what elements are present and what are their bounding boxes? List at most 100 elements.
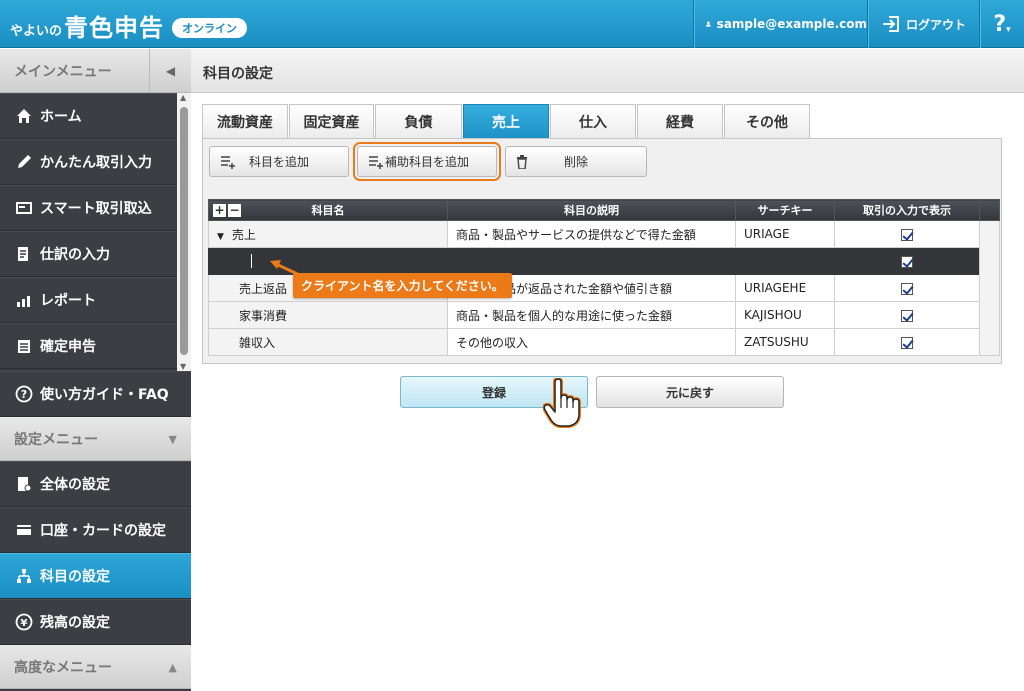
- sidebar-item-label: 確定申告: [40, 339, 96, 355]
- column-header-account-name: + − 科目名: [208, 199, 448, 221]
- sidebar-item-label: 仕訳の入力: [40, 247, 110, 263]
- account-name: 売上: [231, 227, 256, 242]
- sidebar-item-smart-import[interactable]: スマート取引取込: [0, 185, 177, 231]
- text-cursor: [251, 254, 252, 269]
- scroll-down-icon[interactable]: ▼: [180, 362, 186, 371]
- expand-collapse-controls: + −: [213, 204, 243, 217]
- tree-expand-icon[interactable]: ▼: [217, 232, 224, 242]
- pointer-hand-icon: [543, 378, 581, 428]
- sidebar-item-label: 全体の設定: [40, 477, 110, 493]
- settings-menu-label: 設定メニュー: [14, 431, 98, 448]
- search-key-cell[interactable]: URIAGEHE: [735, 274, 835, 302]
- sidebar-item-label: 科目の設定: [40, 569, 110, 585]
- show-in-entry-cell[interactable]: [834, 301, 980, 329]
- add-list-icon: [369, 155, 383, 169]
- question-circle-icon: ?: [14, 385, 34, 403]
- import-icon: [14, 200, 34, 216]
- account-name-cell[interactable]: 家事消費: [208, 301, 448, 329]
- logout-button[interactable]: ログアウト: [867, 0, 979, 48]
- collapse-all-icon[interactable]: −: [228, 204, 241, 217]
- sub-account-name-input[interactable]: [208, 247, 448, 275]
- scrollbar-thumb[interactable]: [180, 107, 188, 355]
- search-key-cell[interactable]: ZATSUSHU: [735, 328, 835, 356]
- tab-fixed-assets[interactable]: 固定資産: [289, 104, 374, 138]
- scroll-up-icon[interactable]: ▲: [180, 93, 186, 102]
- card-icon: [14, 522, 34, 538]
- column-header-scroll-spacer: [979, 199, 1000, 221]
- tab-expenses[interactable]: 経費: [637, 104, 723, 138]
- show-in-entry-cell[interactable]: [834, 220, 980, 248]
- home-icon: [14, 108, 34, 124]
- add-sub-account-button[interactable]: 補助科目を追加: [353, 142, 501, 181]
- sidebar-item-report[interactable]: レポート: [0, 277, 177, 323]
- settings-doc-icon: [14, 476, 34, 492]
- advanced-menu-header[interactable]: 高度なメニュー ▲: [0, 645, 191, 689]
- logout-icon: [883, 16, 899, 32]
- tab-other[interactable]: その他: [724, 104, 810, 138]
- header-label: 科目名: [311, 204, 345, 217]
- show-in-entry-checkbox[interactable]: [901, 336, 913, 349]
- expand-all-icon[interactable]: +: [213, 204, 226, 217]
- add-account-button[interactable]: 科目を追加: [209, 146, 349, 177]
- sidebar-item-account-settings[interactable]: 科目の設定: [0, 553, 191, 599]
- chevron-down-icon: ▼: [168, 433, 177, 446]
- description-cell[interactable]: 商品・製品を個人的な用途に使った金額: [447, 301, 736, 329]
- chevron-up-icon: ▲: [168, 661, 177, 674]
- sidebar-item-tax-return[interactable]: 確定申告: [0, 323, 177, 369]
- show-in-entry-checkbox[interactable]: [901, 309, 913, 322]
- description-cell[interactable]: 商品・製品やサービスの提供などで得た金額: [447, 220, 736, 248]
- sidebar-item-general-settings[interactable]: 全体の設定: [0, 461, 191, 507]
- sidebar-item-journal[interactable]: 仕訳の入力: [0, 231, 177, 277]
- table-row[interactable]: ▼ 売上 商品・製品やサービスの提供などで得た金額 URIAGE: [208, 220, 1000, 356]
- description-cell[interactable]: その他の収入: [447, 328, 736, 356]
- main-menu-header[interactable]: メインメニュー ◀: [0, 49, 191, 93]
- search-key-cell[interactable]: URIAGE: [735, 220, 835, 248]
- tab-sales[interactable]: 売上: [463, 104, 549, 138]
- sidebar: メインメニュー ◀ ホーム かんたん取引入力 スマート取引取込 仕訳の入力 レポ…: [0, 49, 191, 691]
- sidebar-item-easy-entry[interactable]: かんたん取引入力: [0, 139, 177, 185]
- add-list-icon: [221, 155, 235, 169]
- help-button[interactable]: ? ▾: [979, 0, 1024, 48]
- trash-icon: [517, 154, 527, 169]
- sidebar-item-home[interactable]: ホーム: [0, 93, 177, 139]
- show-in-entry-cell[interactable]: [834, 328, 980, 356]
- sidebar-item-label: レポート: [40, 293, 96, 309]
- description-cell[interactable]: [447, 247, 736, 275]
- tab-current-assets[interactable]: 流動資産: [202, 104, 288, 138]
- app-logo[interactable]: やよいの 青色申告 オンライン: [10, 8, 248, 43]
- tab-liabilities[interactable]: 負債: [375, 104, 462, 138]
- account-settings-panel: 科目を追加 補助科目を追加 削除 +− 科目名 科目の説明 サーチキー 取引の: [202, 138, 1002, 364]
- show-in-entry-cell[interactable]: [834, 274, 980, 302]
- show-in-entry-checkbox[interactable]: [901, 228, 913, 241]
- logo-small-text: やよいの: [10, 24, 63, 39]
- sidebar-item-balance-settings[interactable]: ¥ 残高の設定: [0, 599, 191, 645]
- account-category-tabs: 流動資産 固定資産 負債 売上 仕入 経費 その他: [202, 104, 811, 138]
- input-hint-tooltip: クライアント名を入力してください。: [293, 273, 512, 298]
- delete-button[interactable]: 削除: [505, 146, 647, 177]
- show-in-entry-checkbox[interactable]: [901, 255, 913, 268]
- app-header: やよいの 青色申告 オンライン sample@example.com ログアウト…: [0, 0, 1024, 48]
- sidebar-item-guide-faq[interactable]: ? 使い方ガイド・FAQ: [0, 371, 191, 417]
- tab-purchases[interactable]: 仕入: [550, 104, 636, 138]
- account-name-cell[interactable]: ▼ 売上: [208, 220, 448, 248]
- account-toolbar: 科目を追加 補助科目を追加 削除: [209, 142, 655, 181]
- user-icon: [706, 21, 711, 27]
- user-account-button[interactable]: sample@example.com: [693, 0, 867, 48]
- show-in-entry-checkbox[interactable]: [901, 282, 913, 295]
- svg-text:?: ?: [21, 388, 27, 401]
- page-title: 科目の設定: [191, 49, 1024, 93]
- search-key-cell[interactable]: KAJISHOU: [735, 301, 835, 329]
- table-row-editing[interactable]: [208, 247, 1000, 275]
- table-row[interactable]: 家事消費 商品・製品を個人的な用途に使った金額 KAJISHOU: [208, 301, 1000, 329]
- account-tree-icon: [14, 568, 34, 584]
- revert-button[interactable]: 元に戻す: [596, 376, 784, 408]
- sidebar-item-account-card-settings[interactable]: 口座・カードの設定: [0, 507, 191, 553]
- collapse-sidebar-icon[interactable]: ◀: [149, 49, 191, 93]
- sidebar-scrollbar[interactable]: ▲ ▼: [177, 93, 191, 371]
- show-in-entry-cell[interactable]: [834, 247, 980, 275]
- table-row[interactable]: 雑収入 その他の収入 ZATSUSHU: [208, 328, 1000, 356]
- search-key-cell[interactable]: [735, 247, 835, 275]
- account-name-cell[interactable]: 雑収入: [208, 328, 448, 356]
- settings-menu-header[interactable]: 設定メニュー ▼: [0, 417, 191, 461]
- logo-main-text: 青色申告: [64, 14, 165, 42]
